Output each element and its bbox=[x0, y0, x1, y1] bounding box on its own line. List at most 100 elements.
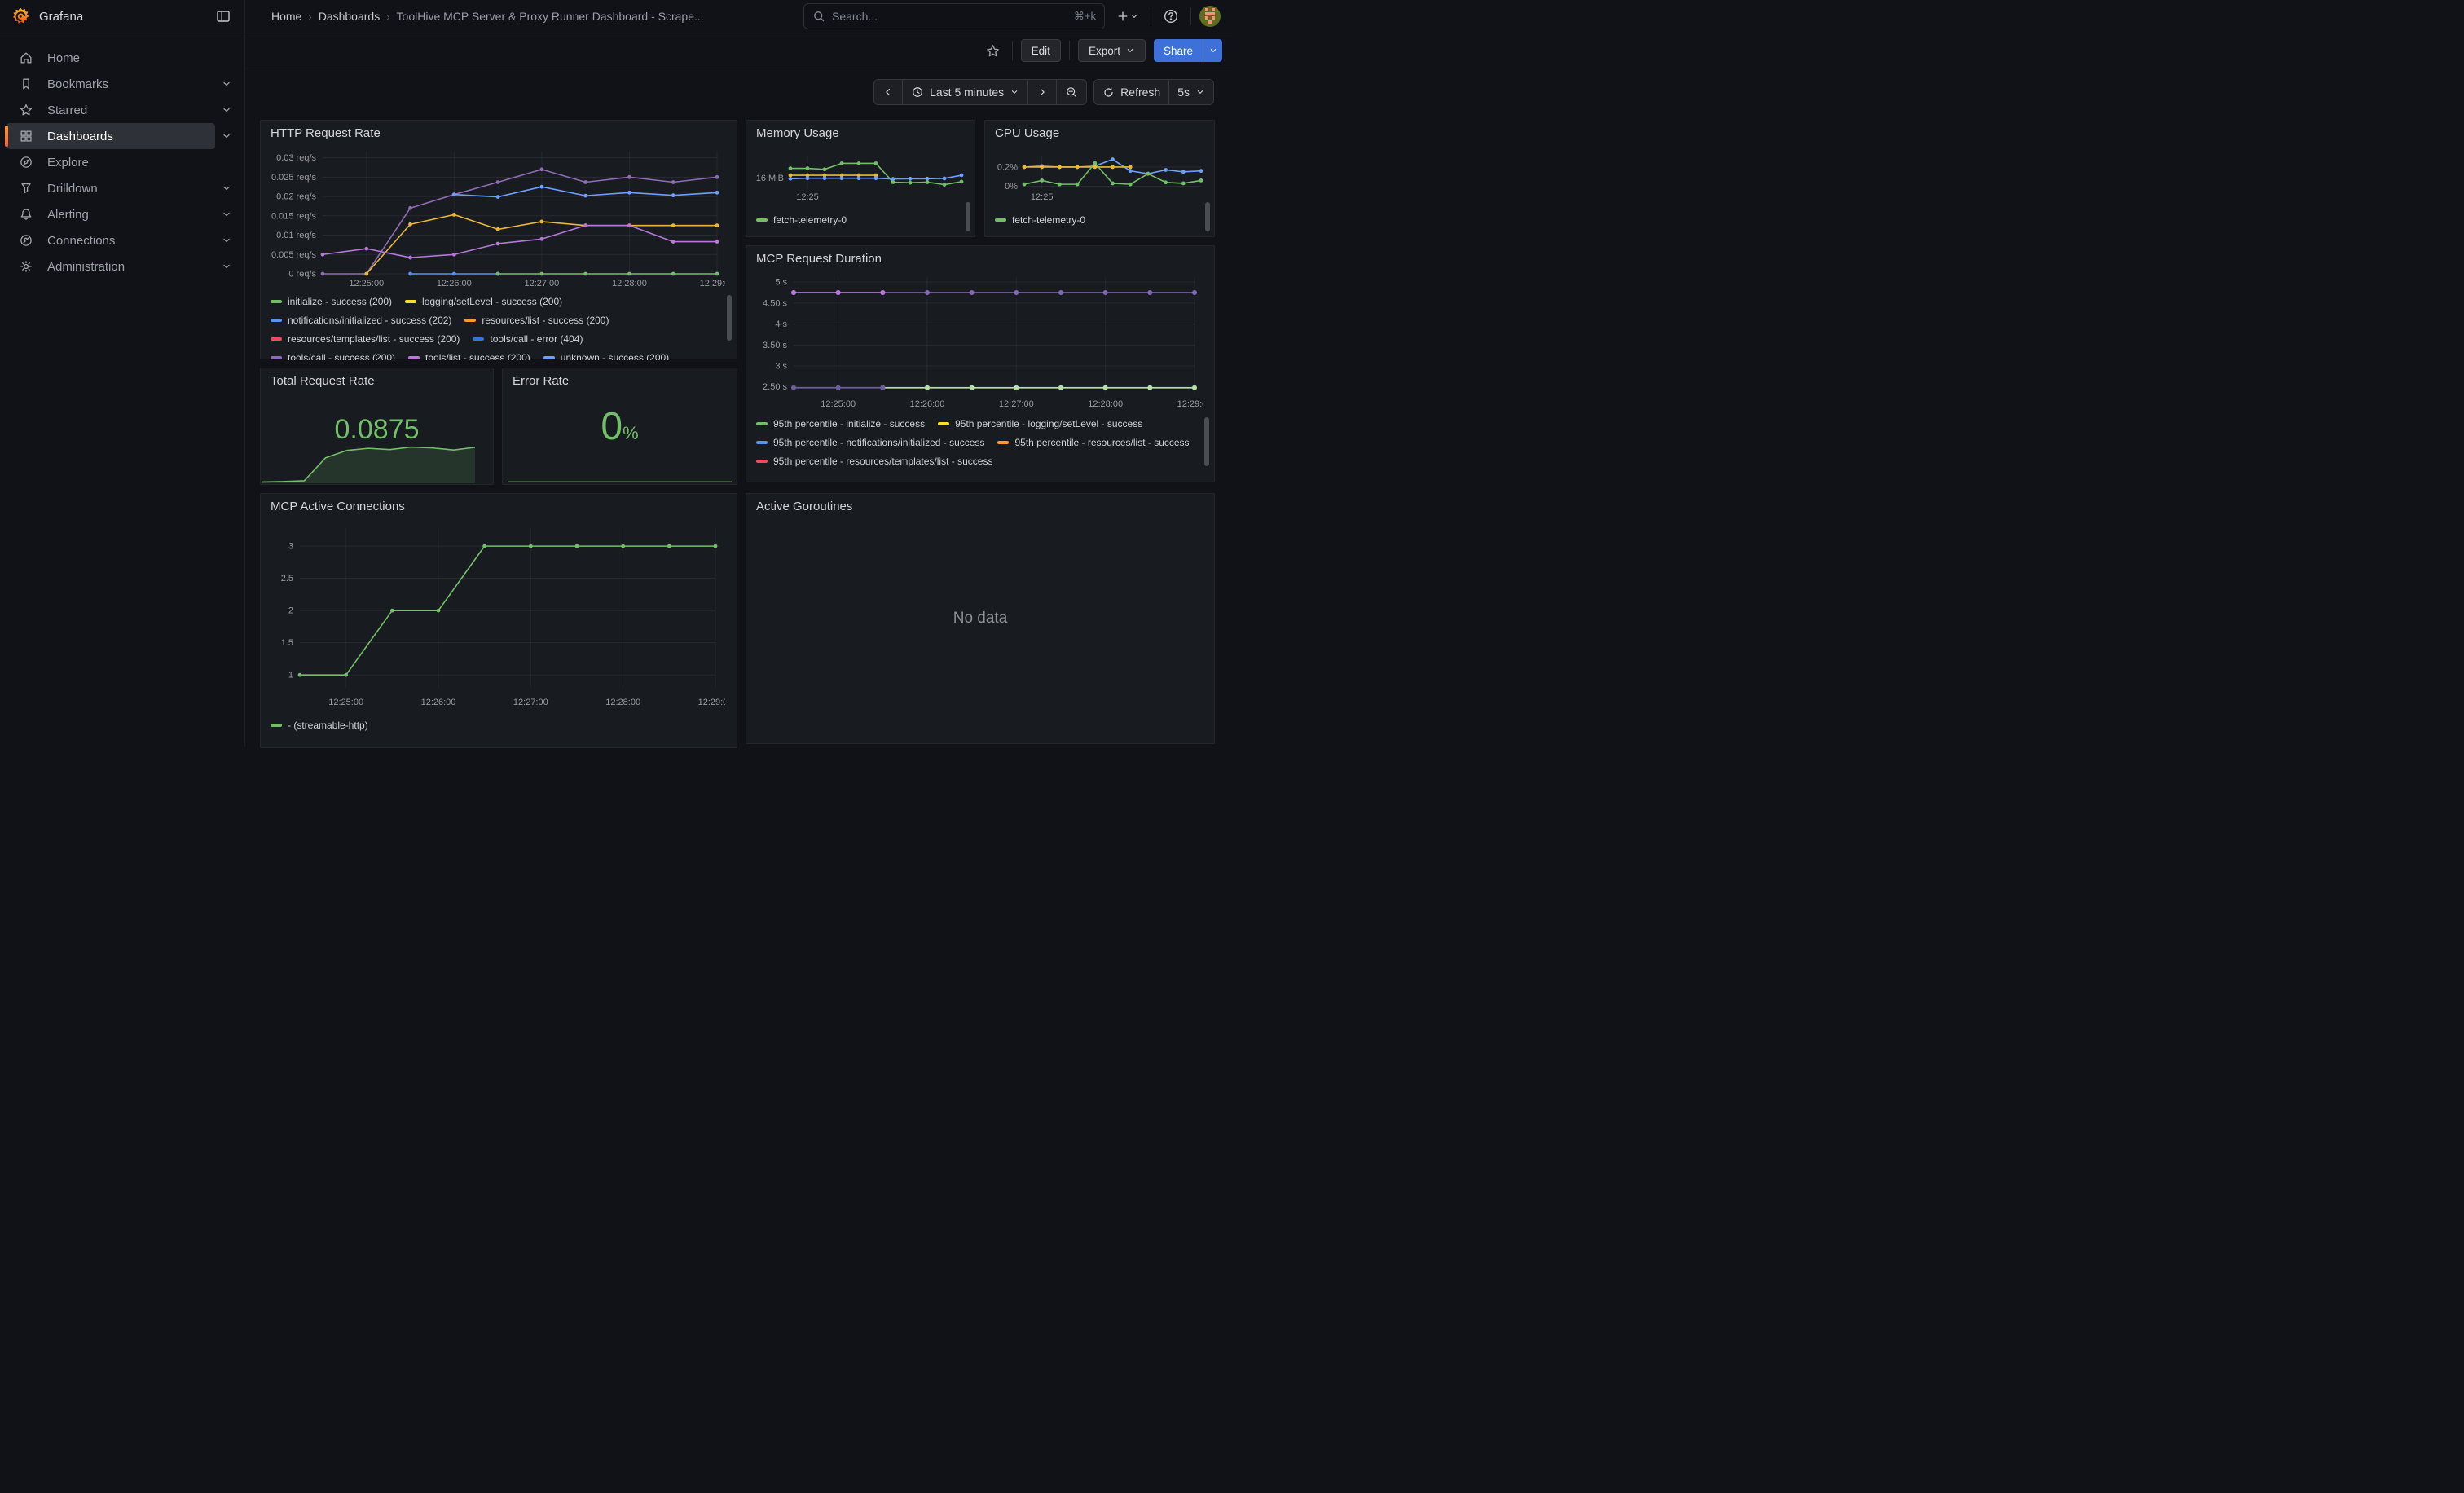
share-dropdown-button[interactable] bbox=[1203, 39, 1222, 62]
help-button[interactable] bbox=[1159, 5, 1182, 28]
sidebar-link-explore[interactable]: Explore bbox=[7, 149, 238, 175]
sidebar-link-administration[interactable]: Administration bbox=[7, 253, 215, 280]
legend-swatch bbox=[271, 300, 282, 303]
time-back-button[interactable] bbox=[874, 80, 902, 104]
panel-title[interactable]: HTTP Request Rate bbox=[261, 121, 737, 140]
legend-item[interactable]: fetch-telemetry-0 bbox=[995, 210, 1085, 229]
chevron-down-icon[interactable] bbox=[215, 229, 238, 252]
legend-scrollbar[interactable] bbox=[1204, 417, 1209, 466]
svg-text:12:25: 12:25 bbox=[796, 192, 819, 202]
sidebar-link-home[interactable]: Home bbox=[7, 45, 238, 71]
panel-title[interactable]: MCP Active Connections bbox=[261, 494, 737, 513]
chart-legend: initialize - success (200) logging/setLev… bbox=[271, 292, 720, 360]
legend-swatch bbox=[271, 356, 282, 359]
svg-text:12:27:00: 12:27:00 bbox=[999, 399, 1034, 409]
time-forward-button[interactable] bbox=[1027, 80, 1056, 104]
legend-label: 95th percentile - resources/templates/li… bbox=[773, 456, 992, 467]
legend-item[interactable]: 95th percentile - resources/templates/li… bbox=[756, 451, 992, 470]
refresh-interval-picker[interactable]: 5s bbox=[1168, 80, 1213, 104]
sidebar-link-dashboards[interactable]: Dashboards bbox=[7, 123, 215, 149]
plug-icon bbox=[18, 232, 34, 249]
search-shortcut: ⌘+k bbox=[1074, 10, 1096, 23]
svg-text:12:26:00: 12:26:00 bbox=[437, 279, 472, 288]
sidebar-item-bookmarks: Bookmarks bbox=[7, 71, 238, 97]
chevron-down-icon[interactable] bbox=[215, 125, 238, 148]
divider bbox=[1069, 41, 1070, 60]
panel-memory-usage: Memory Usage 16 MiB12:25 fetch-telemetry… bbox=[746, 120, 975, 237]
sidebar-link-bookmarks[interactable]: Bookmarks bbox=[7, 71, 215, 97]
legend-item[interactable]: resources/templates/list - success (200) bbox=[271, 329, 460, 348]
chart-canvas[interactable]: 0 req/s0.005 req/s0.01 req/s0.015 req/s0… bbox=[269, 145, 725, 290]
panel-title[interactable]: Total Request Rate bbox=[261, 368, 493, 388]
svg-text:12:25: 12:25 bbox=[1031, 192, 1054, 202]
legend-scrollbar[interactable] bbox=[1205, 202, 1210, 231]
svg-text:12:27:00: 12:27:00 bbox=[524, 279, 559, 288]
legend-label: initialize - success (200) bbox=[288, 296, 392, 307]
legend-label: fetch-telemetry-0 bbox=[773, 214, 847, 226]
panel-title[interactable]: Error Rate bbox=[503, 368, 737, 388]
chart-canvas[interactable]: 0.2%0%12:25 bbox=[990, 153, 1206, 204]
legend-item[interactable]: notifications/initialized - success (202… bbox=[271, 310, 451, 329]
panel-title[interactable]: MCP Request Duration bbox=[746, 246, 1214, 266]
sidebar-link-starred[interactable]: Starred bbox=[7, 97, 215, 123]
chevron-down-icon[interactable] bbox=[215, 73, 238, 95]
legend-item[interactable]: unknown - success (200) bbox=[543, 348, 669, 360]
sidebar-link-alerting[interactable]: Alerting bbox=[7, 201, 215, 227]
sidebar-link-drilldown[interactable]: Drilldown bbox=[7, 175, 215, 201]
time-range-label: Last 5 minutes bbox=[930, 86, 1004, 99]
sidebar-link-connections[interactable]: Connections bbox=[7, 227, 215, 253]
chevron-down-icon[interactable] bbox=[215, 255, 238, 278]
legend-item[interactable]: 95th percentile - logging/setLevel - suc… bbox=[938, 414, 1142, 433]
legend-item[interactable]: fetch-telemetry-0 bbox=[756, 210, 847, 229]
svg-text:0%: 0% bbox=[1005, 182, 1018, 192]
legend-swatch bbox=[271, 319, 282, 322]
legend-label: resources/templates/list - success (200) bbox=[288, 333, 460, 345]
zoom-out-button[interactable] bbox=[1056, 80, 1086, 104]
grafana-logo[interactable] bbox=[11, 7, 29, 25]
search-input[interactable]: Search... ⌘+k bbox=[803, 3, 1105, 29]
bell-icon bbox=[18, 206, 34, 222]
legend-item[interactable]: logging/setLevel - success (200) bbox=[405, 292, 562, 310]
svg-text:12:28:00: 12:28:00 bbox=[605, 698, 640, 707]
time-range-picker[interactable]: Last 5 minutes bbox=[902, 80, 1027, 104]
legend-item[interactable]: tools/list - success (200) bbox=[408, 348, 530, 360]
favorite-star-button[interactable] bbox=[982, 40, 1004, 62]
legend-scrollbar[interactable] bbox=[966, 202, 970, 231]
chevron-down-icon[interactable] bbox=[215, 99, 238, 121]
legend-swatch bbox=[938, 422, 949, 425]
chevron-down-icon[interactable] bbox=[215, 203, 238, 226]
export-button[interactable]: Export bbox=[1078, 39, 1146, 62]
user-avatar[interactable] bbox=[1199, 6, 1221, 27]
panel-total-request-rate: Total Request Rate 0.0875 bbox=[260, 368, 494, 485]
panel-title[interactable]: Active Goroutines bbox=[746, 494, 1214, 513]
legend-item[interactable]: resources/list - success (200) bbox=[464, 310, 609, 329]
legend-scrollbar[interactable] bbox=[727, 295, 732, 341]
legend-item[interactable]: initialize - success (200) bbox=[271, 292, 392, 310]
legend-item[interactable]: tools/call - error (404) bbox=[473, 329, 583, 348]
chevron-down-icon[interactable] bbox=[215, 177, 238, 200]
legend-swatch bbox=[995, 218, 1006, 222]
chevron-right-icon bbox=[1036, 86, 1048, 98]
chart-canvas[interactable]: 2.50 s3 s3.50 s4 s4.50 s5 s12:25:0012:26… bbox=[755, 271, 1203, 411]
svg-text:3: 3 bbox=[288, 542, 293, 552]
share-button[interactable]: Share bbox=[1154, 39, 1203, 62]
stat-sparkline bbox=[508, 472, 732, 482]
refresh-button[interactable]: Refresh bbox=[1094, 80, 1168, 104]
legend-item[interactable]: 95th percentile - resources/list - succe… bbox=[997, 433, 1189, 451]
grid-icon bbox=[18, 128, 34, 144]
panel-title[interactable]: CPU Usage bbox=[985, 121, 1214, 140]
panel-title[interactable]: Memory Usage bbox=[746, 121, 975, 140]
breadcrumb-item[interactable]: Home bbox=[271, 10, 301, 23]
breadcrumb-item[interactable]: Dashboards bbox=[319, 10, 381, 23]
new-button[interactable] bbox=[1113, 7, 1142, 26]
legend-item[interactable]: tools/call - success (200) bbox=[271, 348, 395, 360]
legend-item[interactable]: 95th percentile - initialize - success bbox=[756, 414, 925, 433]
legend-item[interactable]: 95th percentile - notifications/initiali… bbox=[756, 433, 984, 451]
chart-canvas[interactable]: 11.522.5312:25:0012:26:0012:27:0012:28:0… bbox=[269, 522, 725, 709]
svg-text:2: 2 bbox=[288, 606, 293, 616]
legend-item[interactable]: - (streamable-http) bbox=[271, 716, 368, 734]
sidebar-collapse-button[interactable] bbox=[212, 5, 235, 28]
svg-text:12:29:00: 12:29:00 bbox=[698, 698, 725, 707]
edit-button[interactable]: Edit bbox=[1021, 39, 1061, 62]
chart-canvas[interactable]: 16 MiB12:25 bbox=[751, 153, 966, 204]
